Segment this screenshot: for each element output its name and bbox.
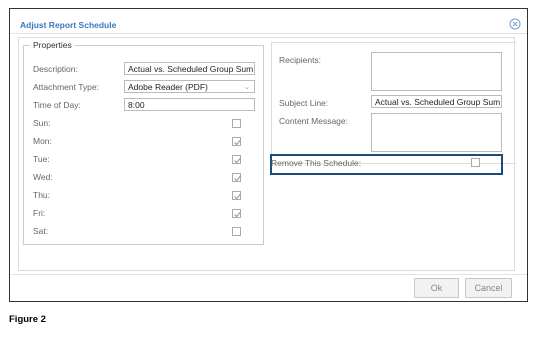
footer-divider — [10, 274, 527, 275]
attachment-type-select[interactable]: Adobe Reader (PDF) ⌄ — [124, 80, 255, 93]
properties-legend: Properties — [33, 40, 72, 50]
day-checkbox-tue[interactable] — [232, 155, 241, 164]
checkmark-icon — [234, 139, 241, 146]
subject-line-label: Subject Line: — [279, 98, 329, 108]
remove-schedule-label: Remove This Schedule: — [271, 158, 362, 168]
checkmark-icon — [234, 193, 241, 200]
day-label-mon: Mon: — [33, 136, 52, 146]
day-label-sat: Sat: — [33, 226, 49, 236]
content-message-label: Content Message: — [279, 116, 348, 126]
remove-schedule-checkbox[interactable] — [471, 158, 480, 167]
checkmark-icon — [234, 157, 241, 164]
time-of-day-label: Time of Day: — [33, 100, 81, 110]
checkmark-icon — [234, 211, 241, 218]
description-label: Description: — [33, 64, 78, 74]
checkmark-icon — [234, 175, 241, 182]
day-checkbox-mon[interactable] — [232, 137, 241, 146]
day-label-wed: Wed: — [33, 172, 53, 182]
chevron-down-icon: ⌄ — [244, 84, 250, 91]
adjust-report-schedule-dialog: Adjust Report Schedule Properties Descri… — [10, 9, 527, 301]
cancel-button[interactable]: Cancel — [465, 278, 512, 298]
subject-line-input[interactable]: Actual vs. Scheduled Group Sum — [371, 95, 502, 108]
ok-button[interactable]: Ok — [414, 278, 459, 298]
attachment-type-value: Adobe Reader (PDF) — [128, 82, 208, 92]
time-of-day-input[interactable]: 8:00 — [124, 98, 255, 111]
recipients-label: Recipients: — [279, 55, 322, 65]
day-label-tue: Tue: — [33, 154, 50, 164]
day-label-thu: Thu: — [33, 190, 51, 200]
content-message-textarea[interactable] — [371, 113, 502, 152]
description-input[interactable]: Actual vs. Scheduled Group Sum — [124, 62, 255, 75]
day-checkbox-sat[interactable] — [232, 227, 241, 236]
day-checkbox-fri[interactable] — [232, 209, 241, 218]
title-divider — [10, 33, 527, 34]
close-circle-icon[interactable] — [509, 18, 521, 30]
day-checkbox-wed[interactable] — [232, 173, 241, 182]
day-label-sun: Sun: — [33, 118, 51, 128]
attachment-type-label: Attachment Type: — [33, 82, 99, 92]
dialog-title: Adjust Report Schedule — [20, 20, 117, 30]
day-checkbox-sun[interactable] — [232, 119, 241, 128]
figure-caption: Figure 2 — [9, 314, 46, 325]
recipients-textarea[interactable] — [371, 52, 502, 91]
day-checkbox-thu[interactable] — [232, 191, 241, 200]
day-label-fri: Fri: — [33, 208, 46, 218]
